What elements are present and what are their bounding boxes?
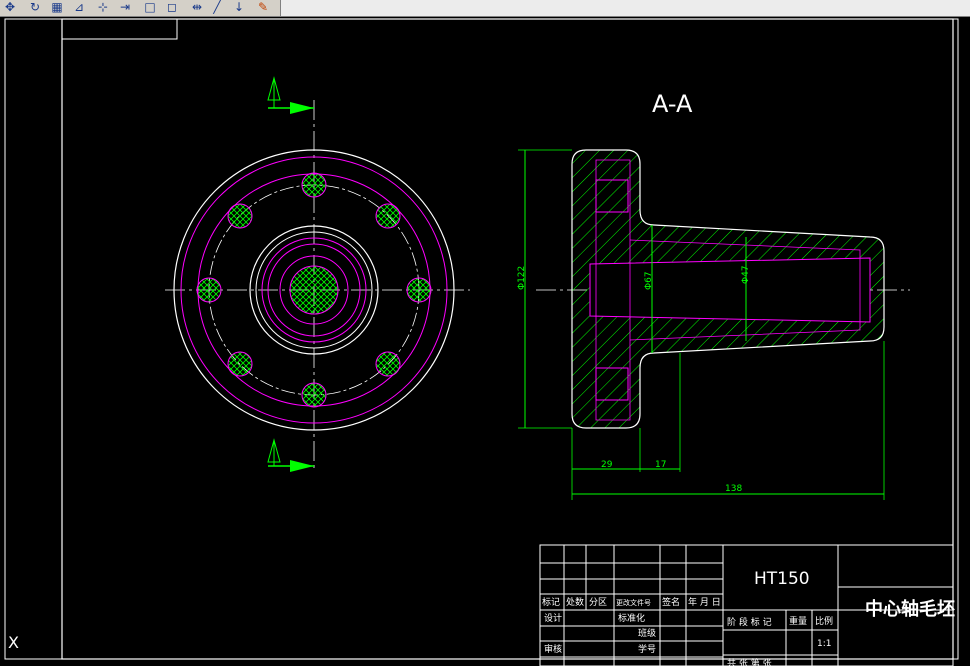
x-axis-label: X [8,633,19,652]
dim-phi122: Φ122 [517,266,527,290]
tb-review: 审核 [544,643,562,655]
tb-zone: 分区 [589,597,607,608]
part-name: 中心轴毛坯 [865,598,955,620]
dim-phi47: Φ47 [741,265,751,284]
title-block-text: 标记 处数 分区 更改文件号 签名 年 月 日 设计 标准化 班级 学号 审核 … [542,569,955,666]
tb-count: 处数 [566,596,584,608]
tb-change-doc: 更改文件号 [616,598,651,607]
section-label: A-A [652,90,693,118]
front-view[interactable] [165,76,470,472]
pan-icon[interactable]: ✥ [3,0,17,14]
dim-138: 138 [725,484,742,494]
tb-signature: 签名 [662,596,680,608]
dim-phi67: Φ67 [644,271,654,290]
rectangle-icon[interactable]: □ [143,0,157,14]
code-box [61,18,178,40]
orbit-icon[interactable]: ↻ [28,0,42,14]
section-arrow-top [267,76,314,114]
shaft-bore [589,257,871,323]
draw-icon[interactable]: ╱ [210,0,224,14]
tb-class: 班级 [638,627,656,639]
scale-label: 比例 [815,615,833,627]
tb-student-id: 学号 [638,643,656,655]
drawing-canvas[interactable]: A-A Φ122 Φ67 Φ47 29 17 138 标记 处数 分区 更改文件… [0,17,970,666]
erase-icon[interactable]: ✎ [256,0,270,14]
tb-design: 设计 [544,612,562,624]
toolbar: ✥ ↻ ▦ ⊿ ⊹ ⇥ □ ◻ ⇹ ╱ ↓ ✎ [0,0,970,17]
trim-icon[interactable]: ⊹ [96,0,110,14]
dim-17: 17 [655,460,666,470]
material: HT150 [754,569,810,589]
tb-date: 年 月 日 [688,596,721,608]
sheet-labels: 共 张 第 张 [727,657,772,666]
toolbar-empty-area [280,0,970,16]
grid-icon[interactable]: ▦ [50,0,64,14]
section-view[interactable]: A-A Φ122 Φ67 Φ47 29 17 138 [517,90,910,500]
section-arrow-bottom [267,438,314,472]
dim-29: 29 [601,460,613,470]
bore-hatch [289,265,339,315]
tb-mark: 标记 [542,596,560,608]
stage-label: 阶 段 标 记 [727,616,772,628]
tb-standardize: 标准化 [618,612,645,624]
pin-icon[interactable]: ↓ [232,0,246,14]
align-icon[interactable]: ⊿ [72,0,86,14]
square-icon[interactable]: ◻ [165,0,179,14]
weight-label: 重量 [789,615,807,627]
move-icon[interactable]: ⇹ [190,0,204,14]
scale-value: 1:1 [817,639,831,649]
extend-icon[interactable]: ⇥ [118,0,132,14]
